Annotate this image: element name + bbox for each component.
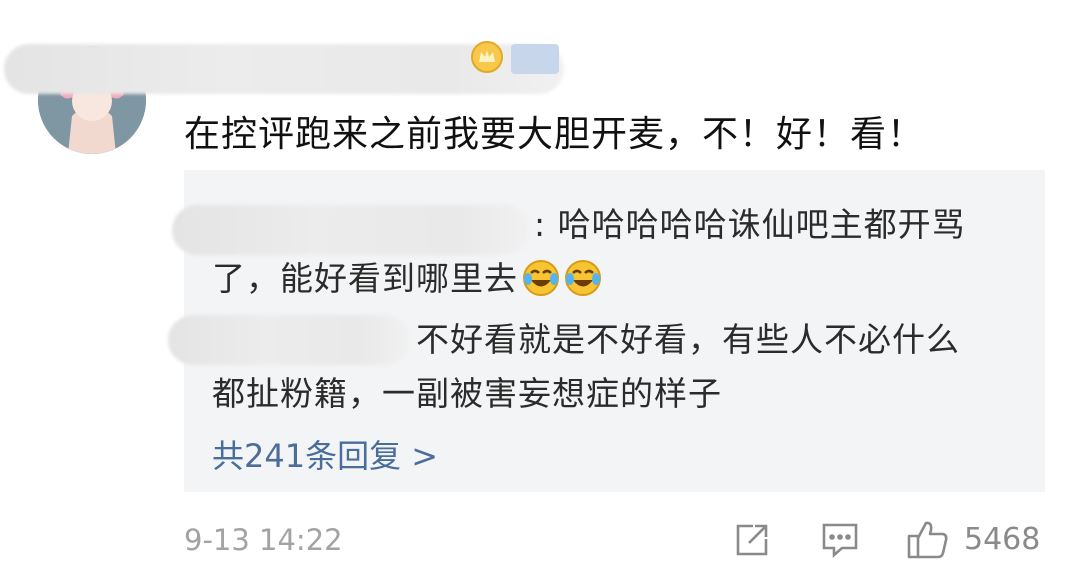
reply-2-line-2: 都扯粉籍，一副被害妄想症的样子 [212, 374, 722, 413]
timestamp: 9-13 14:22 [184, 523, 343, 557]
crown-icon [470, 40, 504, 74]
like-count[interactable]: 5468 [964, 522, 1040, 557]
comment-text: 在控评跑来之前我要大胆开麦，不！好！看！ [184, 114, 925, 155]
reply-author-redacted [168, 315, 410, 365]
laughing-crying-emoji [564, 259, 602, 297]
verified-badge [511, 44, 559, 74]
comment-icon[interactable] [820, 520, 860, 564]
reply-author-redacted [172, 205, 530, 255]
reply-2-line-1: 不好看就是不好看，有些人不必什么 [416, 320, 960, 359]
share-icon[interactable] [733, 521, 771, 563]
laughing-crying-emoji [522, 259, 560, 297]
reply-1-line-1: : 哈哈哈哈哈诛仙吧主都开骂 [534, 205, 966, 244]
thumbs-up-icon[interactable] [906, 518, 950, 564]
reply-1-line-2: 了，能好看到哪里去 [212, 252, 602, 300]
reply-1-text: 了，能好看到哪里去 [212, 259, 518, 298]
more-replies-link[interactable]: 共241条回复 > [212, 431, 438, 477]
